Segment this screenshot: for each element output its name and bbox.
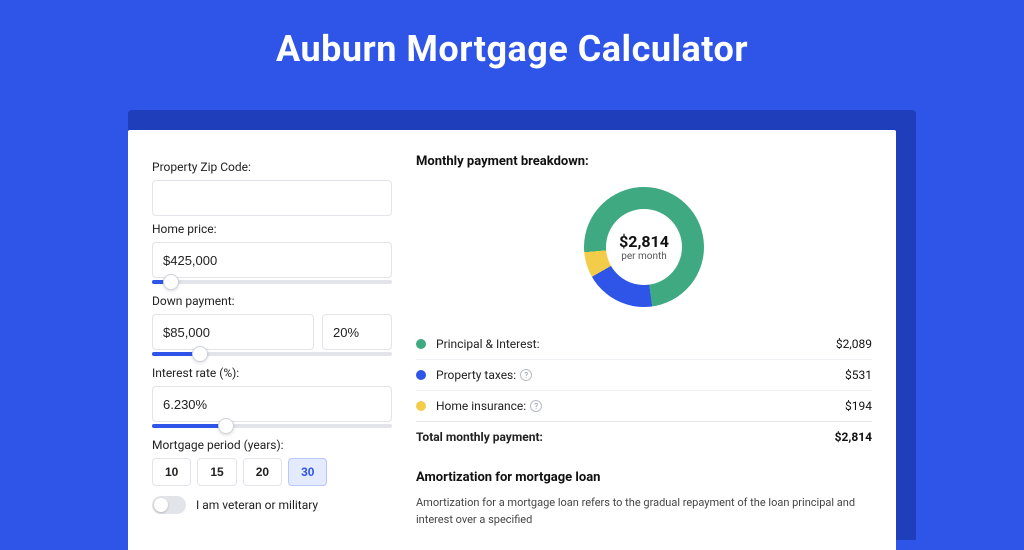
legend-label: Principal & Interest:	[436, 337, 836, 351]
slider-thumb[interactable]	[218, 418, 234, 434]
legend-dot	[416, 370, 426, 380]
amortization-title: Amortization for mortgage loan	[416, 470, 872, 485]
down-payment-input[interactable]	[152, 314, 314, 350]
legend-total-row: Total monthly payment:$2,814	[416, 421, 872, 452]
calculator-panel: Property Zip Code: Home price: Down paym…	[128, 130, 896, 550]
breakdown-title: Monthly payment breakdown:	[416, 154, 872, 169]
interest-input[interactable]	[152, 386, 392, 422]
interest-slider[interactable]	[152, 420, 392, 432]
legend-label: Home insurance: ?	[436, 399, 845, 413]
home-price-input[interactable]	[152, 242, 392, 278]
zip-input[interactable]	[152, 180, 392, 216]
page-title: Auburn Mortgage Calculator	[0, 0, 1024, 88]
legend-dot	[416, 401, 426, 411]
breakdown-column: Monthly payment breakdown: $2,814 per mo…	[416, 154, 872, 550]
interest-label: Interest rate (%):	[152, 366, 392, 380]
period-option-10[interactable]: 10	[152, 458, 191, 486]
period-option-20[interactable]: 20	[243, 458, 282, 486]
down-payment-label: Down payment:	[152, 294, 392, 308]
period-options: 10152030	[152, 458, 392, 486]
home-price-slider[interactable]	[152, 276, 392, 288]
veteran-toggle[interactable]	[152, 496, 186, 514]
form-column: Property Zip Code: Home price: Down paym…	[152, 154, 392, 550]
donut-chart: $2,814 per month	[416, 177, 872, 317]
period-option-15[interactable]: 15	[197, 458, 236, 486]
info-icon[interactable]: ?	[520, 369, 532, 381]
down-payment-slider[interactable]	[152, 348, 392, 360]
slider-thumb[interactable]	[163, 274, 179, 290]
legend: Principal & Interest:$2,089Property taxe…	[416, 329, 872, 452]
info-icon[interactable]: ?	[530, 400, 542, 412]
donut-sub: per month	[621, 251, 667, 262]
period-label: Mortgage period (years):	[152, 438, 392, 452]
zip-label: Property Zip Code:	[152, 160, 392, 174]
home-price-label: Home price:	[152, 222, 392, 236]
veteran-label: I am veteran or military	[196, 498, 318, 512]
slider-track	[152, 280, 392, 284]
donut-ring: $2,814 per month	[584, 187, 704, 307]
legend-dot	[416, 339, 426, 349]
legend-row: Principal & Interest:$2,089	[416, 329, 872, 359]
legend-total-label: Total monthly payment:	[416, 430, 835, 444]
period-option-30[interactable]: 30	[288, 458, 327, 486]
slider-thumb[interactable]	[192, 346, 208, 362]
legend-row: Home insurance: ?$194	[416, 390, 872, 421]
down-payment-pct-input[interactable]	[322, 314, 392, 350]
slider-fill	[152, 424, 226, 428]
legend-label: Property taxes: ?	[436, 368, 845, 382]
donut-center: $2,814 per month	[606, 209, 682, 285]
legend-value: $531	[845, 368, 872, 382]
legend-total-value: $2,814	[835, 430, 872, 444]
legend-value: $2,089	[836, 337, 872, 351]
legend-value: $194	[845, 399, 872, 413]
legend-row: Property taxes: ?$531	[416, 359, 872, 390]
donut-amount: $2,814	[619, 232, 669, 251]
